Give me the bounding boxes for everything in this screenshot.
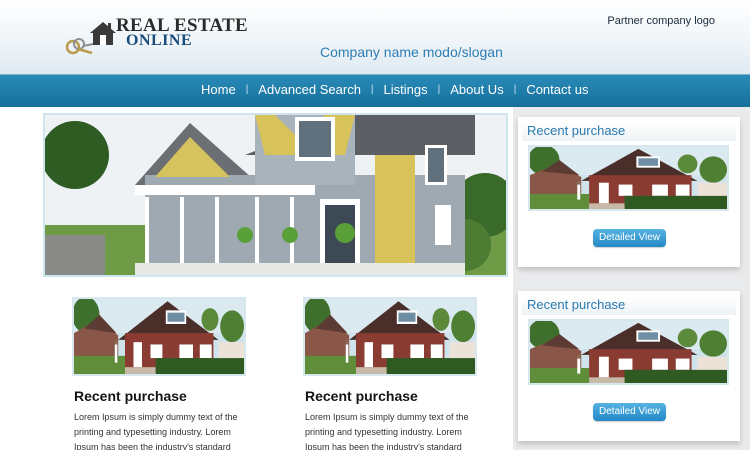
nav-separator: | [437, 84, 441, 95]
nav-separator: | [245, 84, 249, 95]
recent-purchase-image[interactable] [528, 145, 729, 211]
recent-purchase-panel: Recent purchase Detailed View [518, 291, 740, 441]
main-nav: Home | Advanced Search | Listings | Abou… [0, 74, 750, 107]
recent-purchase-image[interactable] [303, 297, 477, 376]
house-icon [90, 22, 116, 45]
recent-purchase-image[interactable] [72, 297, 246, 376]
card-title: Recent purchase [305, 388, 418, 404]
logo-text-secondary: ONLINE [126, 32, 193, 49]
nav-separator: | [370, 84, 374, 95]
card-description: Lorem Ipsum is simply dummy text of the … [74, 412, 238, 450]
nav-item-advanced-search[interactable]: Advanced Search [258, 82, 361, 97]
card-description: Lorem Ipsum is simply dummy text of the … [305, 412, 469, 450]
nav-separator: | [513, 84, 517, 95]
site-header: REAL ESTATE ONLINE Partner company logo … [0, 0, 750, 74]
nav-item-listings[interactable]: Listings [384, 82, 428, 97]
panel-title: Recent purchase [527, 297, 626, 312]
nav-item-home[interactable]: Home [201, 82, 236, 97]
recent-purchase-image[interactable] [528, 319, 729, 385]
detailed-view-button[interactable]: Detailed View [593, 229, 666, 247]
hero-house-image [43, 113, 508, 277]
card-title: Recent purchase [74, 388, 187, 404]
nav-item-about-us[interactable]: About Us [450, 82, 503, 97]
panel-title: Recent purchase [527, 123, 626, 138]
recent-purchase-panel: Recent purchase Detailed View [518, 117, 740, 267]
nav-item-contact-us[interactable]: Contact us [526, 82, 588, 97]
company-slogan: Company name modo/slogan [320, 44, 503, 60]
site-logo[interactable]: REAL ESTATE ONLINE [64, 14, 248, 60]
partner-logo[interactable]: Partner company logo [607, 15, 715, 27]
detailed-view-button[interactable]: Detailed View [593, 403, 666, 421]
